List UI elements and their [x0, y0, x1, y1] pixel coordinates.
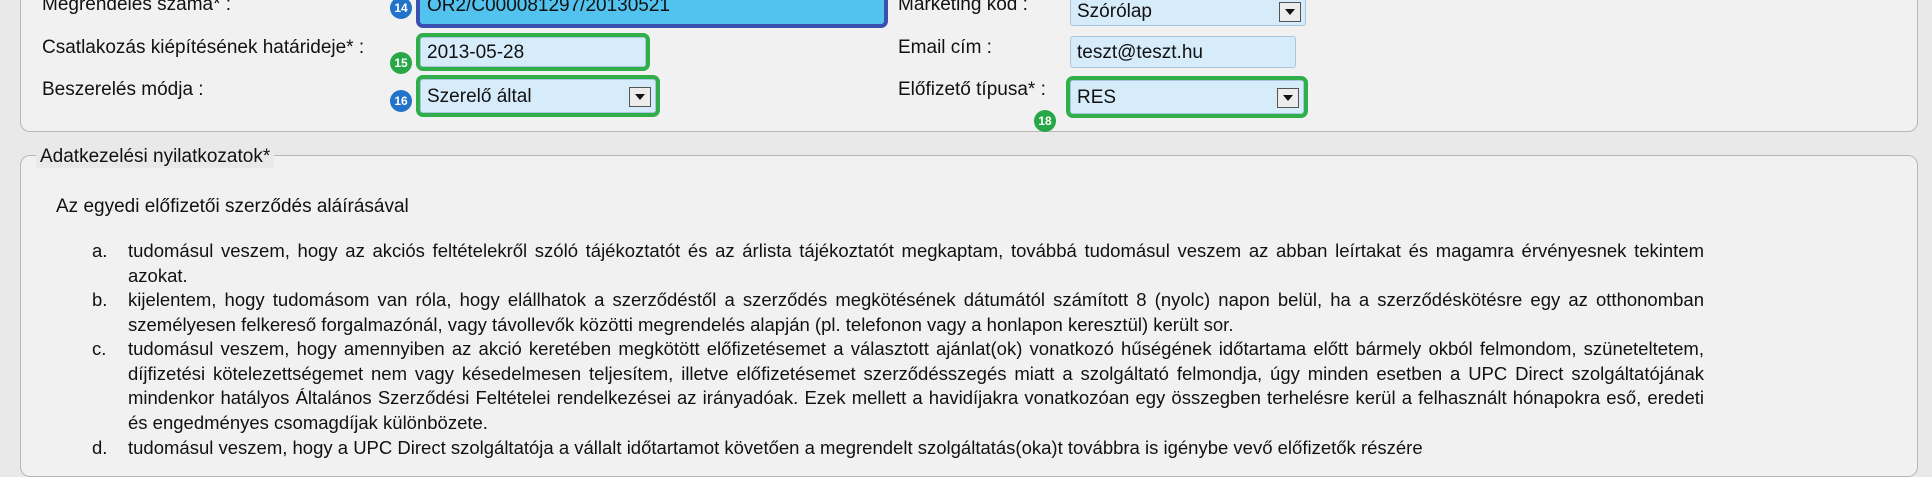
order-number-value: OR2/C000081297/20130521 [427, 0, 670, 16]
order-number-label: Megrendelés száma* : [42, 0, 232, 15]
connection-deadline-value: 2013-05-28 [427, 42, 525, 63]
subscriber-type-select[interactable]: RES [1066, 76, 1308, 118]
chevron-down-icon[interactable] [1279, 2, 1301, 22]
step-badge-18: 18 [1034, 110, 1056, 132]
marketing-code-select[interactable]: Szórólap [1070, 0, 1306, 26]
subscriber-type-label: Előfizető típusa* : [898, 79, 1046, 100]
purchase-method-select[interactable]: Szerelő által [416, 75, 660, 117]
item-letter: b. [92, 289, 108, 310]
marketing-code-label: Marketing kód : [898, 0, 1028, 15]
purchase-method-label: Beszerelés módja : [42, 79, 204, 100]
chevron-down-icon[interactable] [1277, 88, 1299, 108]
order-details-panel [20, 0, 1918, 132]
privacy-statements-legend: Adatkezelési nyilatkozatok* [36, 146, 275, 168]
item-text: tudomásul veszem, hogy az akciós feltéte… [128, 240, 1704, 286]
chevron-down-icon[interactable] [629, 87, 651, 107]
privacy-item-c: c. tudomásul veszem, hogy amennyiben az … [92, 337, 1704, 435]
step-badge-15: 15 [390, 52, 412, 74]
step-badge-16: 16 [390, 90, 412, 112]
item-letter: d. [92, 437, 108, 458]
item-text: kijelentem, hogy tudomásom van róla, hog… [128, 289, 1704, 335]
email-value: teszt@teszt.hu [1077, 42, 1203, 63]
privacy-item-b: b. kijelentem, hogy tudomásom van róla, … [92, 288, 1704, 337]
connection-deadline-field[interactable]: 2013-05-28 [416, 33, 650, 71]
subscriber-type-value: RES [1077, 87, 1117, 108]
item-letter: a. [92, 240, 108, 261]
item-text: tudomásul veszem, hogy amennyiben az akc… [128, 338, 1704, 433]
order-number-field[interactable]: OR2/C000081297/20130521 [416, 0, 888, 28]
item-letter: c. [92, 338, 107, 359]
marketing-code-value: Szórólap [1077, 1, 1152, 22]
privacy-item-d: d. tudomásul veszem, hogy a UPC Direct s… [92, 436, 1704, 461]
privacy-intro-text: Az egyedi előfizetői szerződés aláírásáv… [56, 196, 409, 217]
connection-deadline-label: Csatlakozás kiépítésének határideje* : [42, 37, 365, 58]
email-label: Email cím : [898, 37, 992, 58]
item-text: tudomásul veszem, hogy a UPC Direct szol… [128, 437, 1423, 458]
purchase-method-value: Szerelő által [427, 86, 532, 107]
privacy-item-a: a. tudomásul veszem, hogy az akciós felt… [92, 239, 1704, 288]
email-field[interactable]: teszt@teszt.hu [1070, 36, 1296, 68]
